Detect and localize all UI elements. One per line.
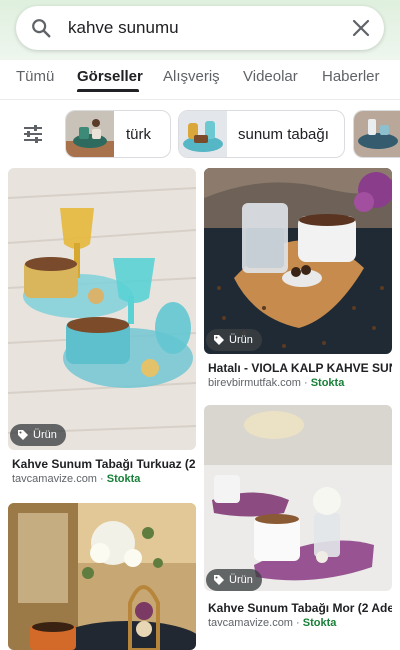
result-source[interactable]: birevbirmutfak.com · Stokta xyxy=(208,377,344,389)
product-badge: Ürün xyxy=(10,424,66,446)
tab-videos[interactable]: Videolar xyxy=(243,68,298,85)
refinement-chips: türk sunum tabağı xyxy=(0,108,400,160)
chip-label: sunum tabağı xyxy=(238,126,329,143)
search-input[interactable]: kahve sunumu xyxy=(68,18,179,38)
product-badge: Ürün xyxy=(206,329,262,351)
chip-thumbnail xyxy=(66,111,114,157)
close-icon[interactable] xyxy=(352,19,370,37)
tag-icon xyxy=(214,575,224,585)
product-badge: Ürün xyxy=(206,569,262,591)
product-badge-label: Ürün xyxy=(33,429,57,441)
result-card-4[interactable] xyxy=(8,503,196,650)
result-domain: tavcamavize.com xyxy=(208,617,293,629)
result-card-3[interactable]: Ürün Kahve Sunum Tabağı Mor (2 Ade... ta… xyxy=(204,405,392,635)
chip-next[interactable] xyxy=(353,110,400,158)
result-stock: Stokta xyxy=(302,617,337,629)
chip-turk[interactable]: türk xyxy=(65,110,171,158)
result-card-1[interactable]: Ürün Kahve Sunum Tabağı Turkuaz (2 ... t… xyxy=(8,168,196,498)
chip-thumbnail xyxy=(179,111,227,157)
result-title[interactable]: Hatalı - VIOLA KALP KAHVE SUN... xyxy=(208,361,392,375)
tag-icon xyxy=(214,335,224,345)
product-badge-label: Ürün xyxy=(229,334,253,346)
tab-all[interactable]: Tümü xyxy=(16,68,54,85)
chip-sunum-tabagi[interactable]: sunum tabağı xyxy=(178,110,345,158)
result-source[interactable]: tavcamavize.com · Stokta xyxy=(208,617,336,629)
result-image[interactable] xyxy=(204,405,392,591)
result-title[interactable]: Kahve Sunum Tabağı Turkuaz (2 ... xyxy=(12,457,196,471)
chip-thumbnail xyxy=(354,111,400,157)
tab-news[interactable]: Haberler xyxy=(322,68,380,85)
active-tab-indicator xyxy=(77,89,139,92)
result-image[interactable] xyxy=(204,168,392,354)
result-domain: birevbirmutfak.com xyxy=(208,377,301,389)
result-domain: tavcamavize.com xyxy=(12,473,97,485)
result-image[interactable] xyxy=(8,168,196,450)
tag-icon xyxy=(18,430,28,440)
result-source[interactable]: tavcamavize.com · Stokta xyxy=(12,473,140,485)
result-stock: Stokta xyxy=(106,473,141,485)
result-separator: · xyxy=(292,617,303,629)
search-tabs: Tümü Görseller Alışveriş Videolar Haberl… xyxy=(0,60,400,100)
tune-filter-icon[interactable] xyxy=(22,123,44,145)
product-badge-label: Ürün xyxy=(229,574,253,586)
result-card-2[interactable]: Ürün Hatalı - VIOLA KALP KAHVE SUN... bi… xyxy=(204,168,392,393)
result-image[interactable] xyxy=(8,503,196,650)
result-separator: · xyxy=(300,377,311,389)
search-icon[interactable] xyxy=(30,17,52,39)
result-stock: Stokta xyxy=(310,377,345,389)
result-title[interactable]: Kahve Sunum Tabağı Mor (2 Ade... xyxy=(208,601,392,615)
search-bar[interactable]: kahve sunumu xyxy=(16,6,384,50)
result-separator: · xyxy=(96,473,107,485)
tab-shopping[interactable]: Alışveriş xyxy=(163,68,220,85)
chip-label: türk xyxy=(126,126,152,143)
tab-images[interactable]: Görseller xyxy=(77,68,143,85)
